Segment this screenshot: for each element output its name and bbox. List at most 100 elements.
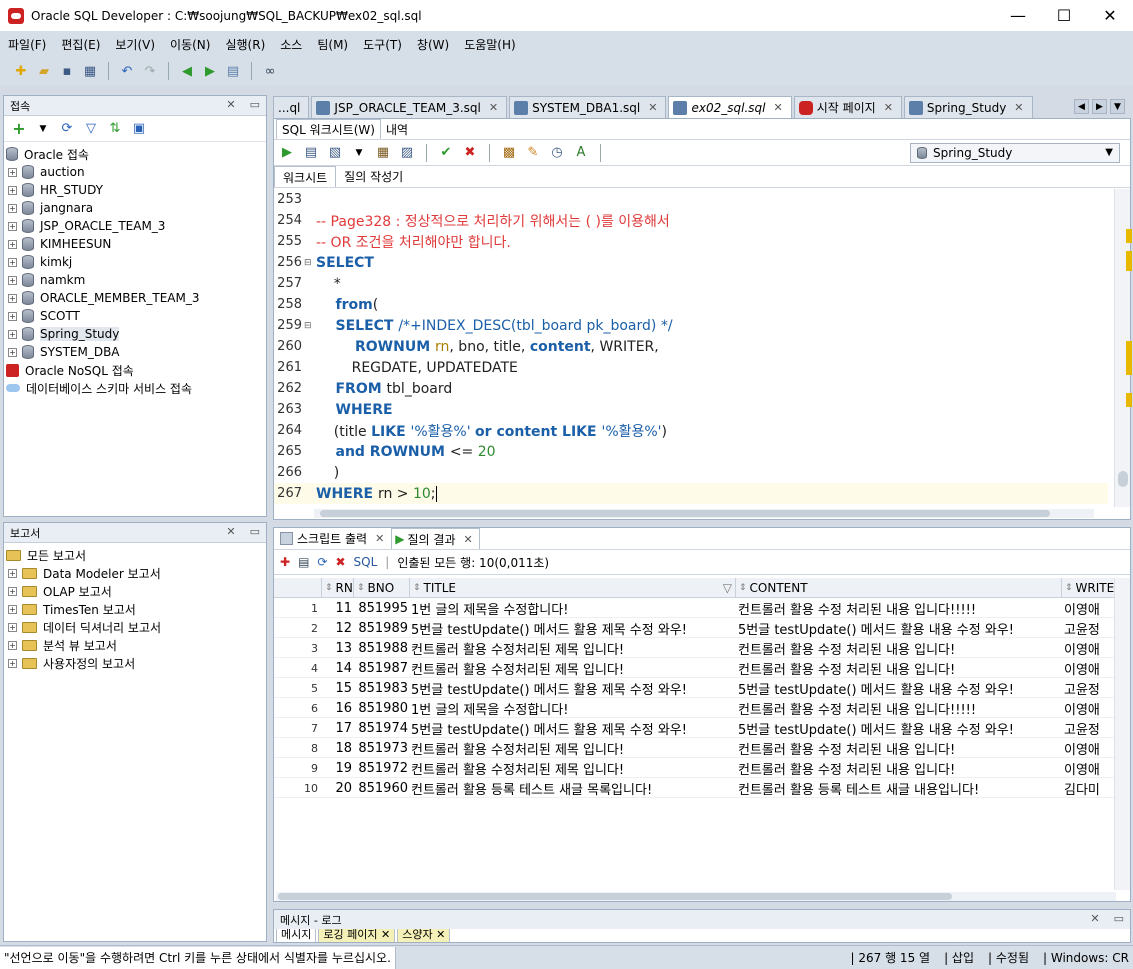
table-row[interactable]: 1 11 851995 1번 글의 제목을 수정합니다! 컨트롤러 활용 수정 처리된 … (274, 598, 1116, 618)
close-icon[interactable]: ✕ (375, 532, 384, 545)
tree-node-report[interactable]: + OLAP 보고서 (4, 582, 266, 600)
chevron-down-icon[interactable]: ▼ (350, 144, 368, 162)
close-icon[interactable]: ✕ (648, 101, 657, 114)
cell-writer[interactable]: 이영애 (1062, 698, 1116, 718)
close-icon[interactable]: ✕ (1014, 101, 1023, 114)
tree-node-connection[interactable]: + ORACLE_MEMBER_TEAM_3 (4, 289, 266, 307)
expand-icon[interactable]: + (8, 221, 17, 231)
menu-run[interactable]: 실행(R) (225, 36, 265, 53)
cell-bno[interactable]: 851973 (354, 738, 410, 758)
tab-script-output[interactable]: 스크립트 출력 ✕ (276, 528, 391, 549)
autotrace-icon[interactable]: ▨ (398, 144, 416, 162)
code-line[interactable]: 258 from( (274, 294, 1108, 315)
expand-icon[interactable]: + (8, 185, 17, 195)
filter-icon[interactable]: ▽ (82, 120, 100, 138)
document-tab[interactable]: ex02_sql.sql ✕ (668, 96, 792, 118)
menu-file[interactable]: 파일(F) (8, 36, 46, 53)
document-tab[interactable]: JSP_ORACLE_TEAM_3.sql ✕ (311, 96, 508, 118)
cell-bno[interactable]: 851974 (354, 718, 410, 738)
cell-title[interactable]: 5번글 testUpdate() 메서드 활용 제목 수정 와우! (410, 618, 736, 638)
editor-vertical-scrollbar[interactable] (1114, 189, 1132, 507)
tab-third[interactable]: 스양자 ✕ (397, 929, 451, 942)
tree-node-connection[interactable]: + kimkj (4, 253, 266, 271)
connection-select[interactable]: Spring_Study ▼ (910, 143, 1120, 163)
menu-help[interactable]: 도움말(H) (464, 36, 516, 53)
binoculars-icon[interactable]: ∞ (261, 62, 279, 80)
document-tab[interactable]: Spring_Study ✕ (903, 96, 1033, 118)
expand-icon[interactable]: + (8, 239, 17, 249)
pin-icon[interactable]: ✚ (280, 555, 290, 569)
close-icon[interactable]: ✕ (464, 533, 473, 546)
table-row[interactable]: 6 16 851980 1번 글의 제목을 수정합니다! 컨트롤러 활용 수정 처리된 … (274, 698, 1116, 718)
column-header-title[interactable]: ⇕ TITLE ▽ (410, 578, 736, 598)
fold-toggle-icon[interactable]: ⊟ (304, 321, 316, 331)
cell-rn[interactable]: 19 (322, 758, 354, 778)
cell-rn[interactable]: 13 (322, 638, 354, 658)
expand-icon[interactable]: + (8, 329, 17, 339)
expand-icon[interactable]: + (8, 167, 17, 177)
forward-icon[interactable]: ▶ (201, 62, 219, 80)
fold-toggle-icon[interactable]: ⊟ (304, 258, 316, 268)
tree-node-connection[interactable]: + HR_STUDY (4, 181, 266, 199)
cell-writer[interactable]: 이영애 (1062, 658, 1116, 678)
cell-title[interactable]: 컨트롤러 활용 수정처리된 제목 입니다! (410, 658, 736, 678)
code-line[interactable]: 257 * (274, 273, 1108, 294)
scrollbar-thumb[interactable] (1118, 471, 1128, 487)
cell-bno[interactable]: 851987 (354, 658, 410, 678)
run-statement-icon[interactable]: ▶ (278, 144, 296, 162)
menu-edit[interactable]: 편집(E) (61, 36, 100, 53)
cell-bno[interactable]: 851988 (354, 638, 410, 658)
tree-node-oracle-connections[interactable]: Oracle 접속 (4, 145, 266, 163)
maximize-button[interactable]: ☐ (1041, 0, 1087, 31)
tab-messages[interactable]: 메시지 (276, 929, 317, 942)
clear-icon[interactable]: ✎ (524, 144, 542, 162)
code-editor[interactable]: 253 254 -- Page328 : 정상적으로 처리하기 위해서는 ( )를 … (274, 189, 1108, 509)
history-icon[interactable]: ◷ (548, 144, 566, 162)
minimize-panel-icon[interactable]: ▭ (250, 525, 260, 538)
expand-icon[interactable]: + (8, 257, 17, 267)
back-icon[interactable]: ◀ (178, 62, 196, 80)
cell-bno[interactable]: 851995 (354, 598, 410, 618)
chevron-left-icon[interactable]: ◀ (1074, 99, 1089, 114)
chevron-down-icon[interactable]: ▼ (1110, 99, 1125, 114)
refresh-icon[interactable]: ⟳ (317, 555, 327, 569)
tree-node-report[interactable]: + Data Modeler 보고서 (4, 564, 266, 582)
tree-node-report[interactable]: + 사용자정의 보고서 (4, 654, 266, 672)
code-line[interactable]: 255 -- OR 조건을 처리해야만 합니다. (274, 231, 1108, 252)
cell-writer[interactable]: 이영애 (1062, 638, 1116, 658)
sql-link[interactable]: SQL (354, 555, 378, 569)
expand-icon[interactable]: + (8, 658, 17, 668)
new-icon[interactable]: ✚ (12, 62, 30, 80)
expand-icon[interactable]: + (8, 347, 17, 357)
close-icon[interactable]: ✕ (226, 525, 235, 538)
results-horizontal-scrollbar[interactable] (276, 892, 1116, 901)
scrollbar-thumb[interactable] (320, 510, 1050, 517)
code-line[interactable]: 260 ROWNUM rn, bno, title, content, WRIT… (274, 336, 1108, 357)
tree-node-connection[interactable]: + KIMHEESUN (4, 235, 266, 253)
cell-title[interactable]: 1번 글의 제목을 수정합니다! (410, 598, 736, 618)
results-vertical-scrollbar[interactable] (1114, 578, 1130, 890)
manage-icon[interactable]: ▣ (130, 120, 148, 138)
column-header-rn[interactable]: ⇕ RN (322, 578, 354, 598)
column-header-content[interactable]: ⇕ CONTENT (736, 578, 1062, 598)
add-connection-icon[interactable]: + (10, 119, 28, 138)
document-tab[interactable]: 시작 페이지 ✕ (793, 96, 902, 118)
cell-rn[interactable]: 18 (322, 738, 354, 758)
close-icon[interactable]: ✕ (884, 101, 893, 114)
expand-icon[interactable]: + (8, 293, 17, 303)
document-tab[interactable]: SYSTEM_DBA1.sql ✕ (509, 96, 667, 118)
cell-writer[interactable]: 고윤정 (1062, 718, 1116, 738)
cell-title[interactable]: 5번글 testUpdate() 메서드 활용 제목 수정 와우! (410, 718, 736, 738)
close-icon[interactable]: ✕ (489, 101, 498, 114)
cell-content[interactable]: 컨트롤러 활용 수정 처리된 내용 입니다! (736, 738, 1062, 758)
cell-writer[interactable]: 김다미 (1062, 778, 1116, 798)
close-button[interactable]: ✕ (1087, 0, 1133, 31)
tab-sql-worksheet[interactable]: SQL 워크시트(W) (276, 119, 381, 139)
cell-rn[interactable]: 16 (322, 698, 354, 718)
tree-node-connection[interactable]: + SCOTT (4, 307, 266, 325)
tree-node-all-reports[interactable]: 모든 보고서 (4, 546, 266, 564)
code-line[interactable]: 267 WHERE rn > 10; (274, 483, 1108, 504)
cell-writer[interactable]: 고윤정 (1062, 678, 1116, 698)
tree-node-report[interactable]: + 분석 뷰 보고서 (4, 636, 266, 654)
code-line[interactable]: 259 ⊟ SELECT /*+INDEX_DESC(tbl_board pk_b… (274, 315, 1108, 336)
